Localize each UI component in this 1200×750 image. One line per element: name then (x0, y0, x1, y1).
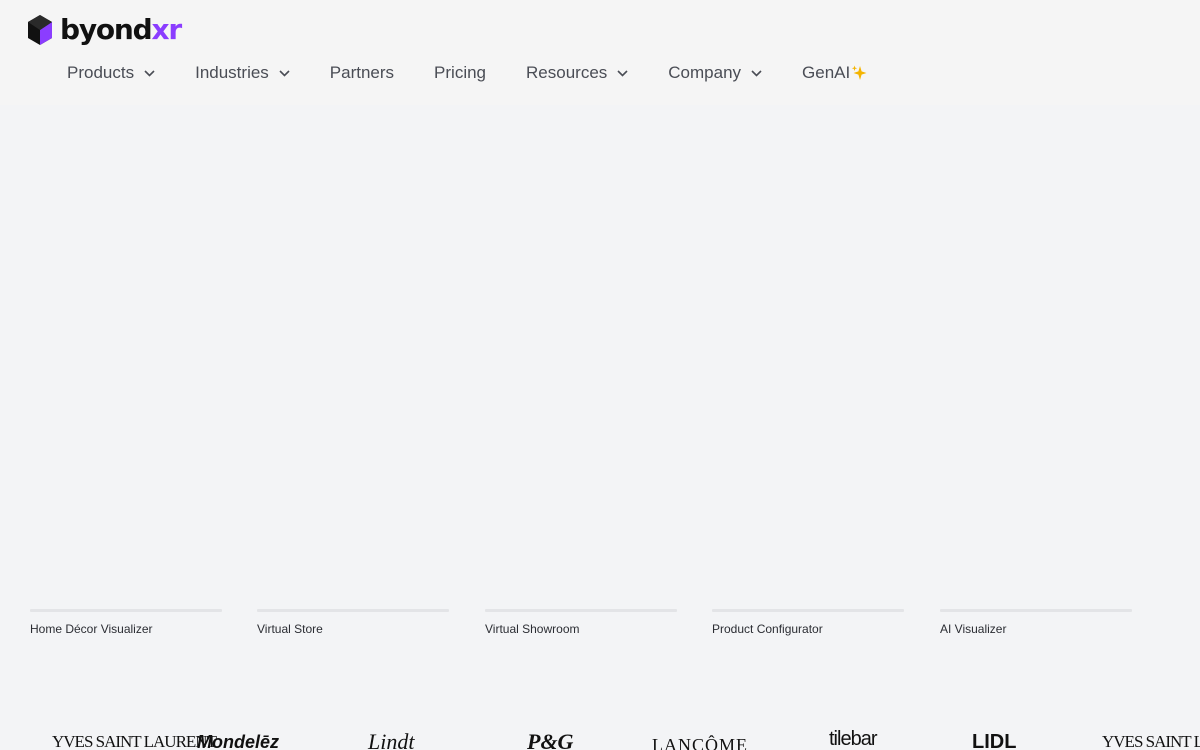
cube-logo-icon (28, 15, 52, 45)
product-label: Virtual Store (257, 622, 323, 636)
product-progress-bar (257, 609, 449, 612)
chevron-down-icon (279, 69, 290, 77)
nav-item-genai[interactable]: GenAI (802, 60, 867, 86)
product-label: Product Configurator (712, 622, 823, 636)
product-progress-bar (712, 609, 904, 612)
nav-item-label: Company (668, 63, 742, 82)
logo-wordmark: byondxr (60, 13, 183, 46)
product-progress-bar (485, 609, 677, 612)
nav-item-industries[interactable]: Industries (195, 60, 290, 86)
product-tab-product-configurator[interactable]: Product Configurator (712, 609, 904, 636)
product-tab-ai-visualizer[interactable]: AI Visualizer (940, 609, 1132, 636)
product-label: AI Visualizer (940, 622, 1007, 636)
site-header: byondxr Products Industries Partners Pri… (0, 0, 1200, 105)
product-tabs: Home Décor Visualizer Virtual Store Virt… (30, 609, 1132, 639)
brand-logo-tilebar: tilebar (829, 728, 877, 750)
brand-logo-lancome: LANCÔME (652, 735, 748, 750)
product-tab-virtual-store[interactable]: Virtual Store (257, 609, 449, 636)
main-nav: Products Industries Partners Pricing Res… (67, 60, 867, 86)
nav-item-company[interactable]: Company (668, 60, 762, 86)
brand-logo-pg: P&G (527, 729, 574, 750)
nav-item-label: Resources (526, 63, 608, 82)
product-label: Home Décor Visualizer (30, 622, 153, 636)
nav-item-label: Products (67, 63, 135, 82)
nav-item-label: GenAI (802, 63, 851, 82)
product-progress-bar (30, 609, 222, 612)
brand-logo-ysl: YVES SAINT LAURENT (1102, 732, 1200, 750)
product-tab-home-decor-visualizer[interactable]: Home Décor Visualizer (30, 609, 222, 636)
nav-item-partners[interactable]: Partners (330, 60, 394, 86)
product-label: Virtual Showroom (485, 622, 580, 636)
logo-text-dark: byond (60, 13, 153, 46)
brand-logo-ysl: YVES SAINT LAURENT (52, 732, 217, 750)
brand-logo-lindt: Lindt (368, 729, 415, 750)
chevron-down-icon (144, 69, 155, 77)
nav-item-pricing[interactable]: Pricing (434, 60, 486, 86)
nav-item-products[interactable]: Products (67, 60, 155, 86)
product-tab-virtual-showroom[interactable]: Virtual Showroom (485, 609, 677, 636)
chevron-down-icon (617, 69, 628, 77)
logo-text-accent: xr (151, 13, 183, 46)
sparkles-icon (852, 65, 867, 80)
nav-item-label: Pricing (434, 63, 487, 82)
chevron-down-icon (751, 69, 762, 77)
nav-item-label: Industries (195, 63, 269, 82)
brand-logo-strip: YVES SAINT LAURENT Mondelēz Lindt P&G LA… (0, 722, 1200, 750)
brand-logo-lidl: LIDL (972, 731, 1017, 750)
brand-logo-mondelez: Mondelēz (197, 732, 280, 750)
product-progress-bar (940, 609, 1132, 612)
nav-item-label: Partners (329, 63, 395, 82)
nav-item-resources[interactable]: Resources (526, 60, 628, 86)
byondxr-logo[interactable]: byondxr (26, 13, 183, 46)
